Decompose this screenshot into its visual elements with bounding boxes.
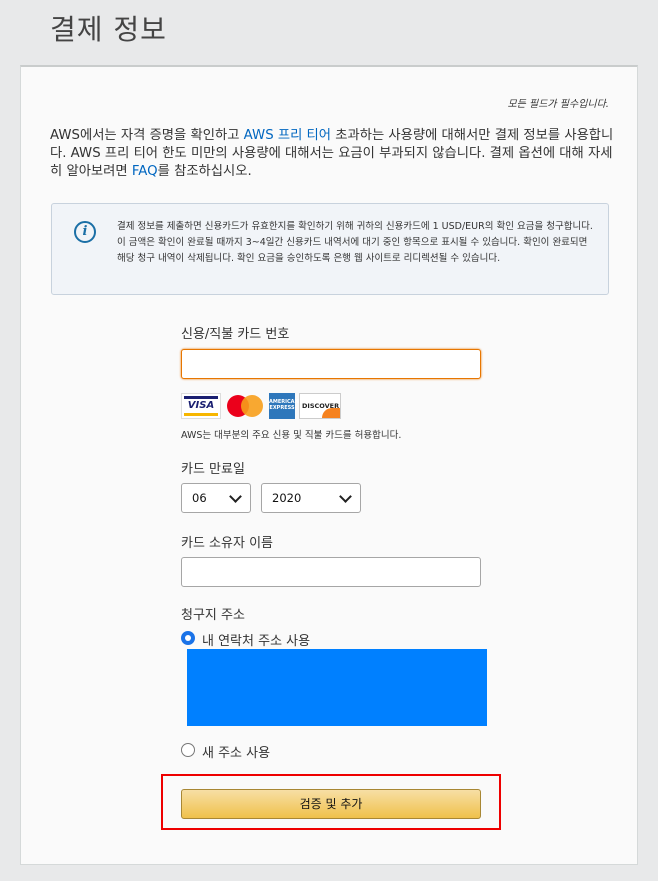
card-number-input[interactable] <box>181 349 481 379</box>
chevron-down-icon <box>339 490 352 503</box>
info-icon: i <box>74 221 96 243</box>
card-accept-note: AWS는 대부분의 주요 신용 및 직불 카드를 허용합니다. <box>181 430 402 441</box>
free-tier-link[interactable]: AWS 프리 티어 <box>244 128 331 143</box>
page-title: 결제 정보 <box>50 13 167 46</box>
faq-link[interactable]: FAQ <box>132 164 158 179</box>
address-redacted-block <box>187 649 487 726</box>
info-box: i 결제 정보를 제출하면 신용카드가 유효한지를 확인하기 위해 귀하의 신용… <box>51 203 609 295</box>
expiry-label: 카드 만료일 <box>181 462 245 477</box>
mastercard-logo <box>225 393 265 419</box>
info-text: 결제 정보를 제출하면 신용카드가 유효한지를 확인하기 위해 귀하의 신용카드… <box>117 221 593 264</box>
payment-panel: 모든 필드가 필수입니다. AWS에서는 자격 증명을 확인하고 AWS 프리 … <box>20 65 638 865</box>
intro-text: AWS에서는 자격 증명을 확인하고 AWS 프리 티어 초과하는 사용량에 대… <box>50 128 614 179</box>
expiry-year-select[interactable]: 2020 <box>261 483 361 513</box>
radio-unchecked[interactable] <box>181 743 195 757</box>
billing-address-label: 청구지 주소 <box>181 608 245 623</box>
highlight-box <box>161 774 501 830</box>
chevron-down-icon <box>229 490 242 503</box>
card-number-label: 신용/직불 카드 번호 <box>181 327 290 342</box>
cardholder-label: 카드 소유자 이름 <box>181 536 273 551</box>
expiry-month-select[interactable]: 06 <box>181 483 251 513</box>
radio-checked[interactable] <box>181 631 195 645</box>
cardholder-input[interactable] <box>181 557 481 587</box>
discover-logo: DISCOVER <box>299 393 341 419</box>
required-note: 모든 필드가 필수입니다. <box>507 99 609 110</box>
visa-logo: VISA <box>181 393 221 419</box>
amex-logo: AMERICAN EXPRESS <box>269 393 299 419</box>
